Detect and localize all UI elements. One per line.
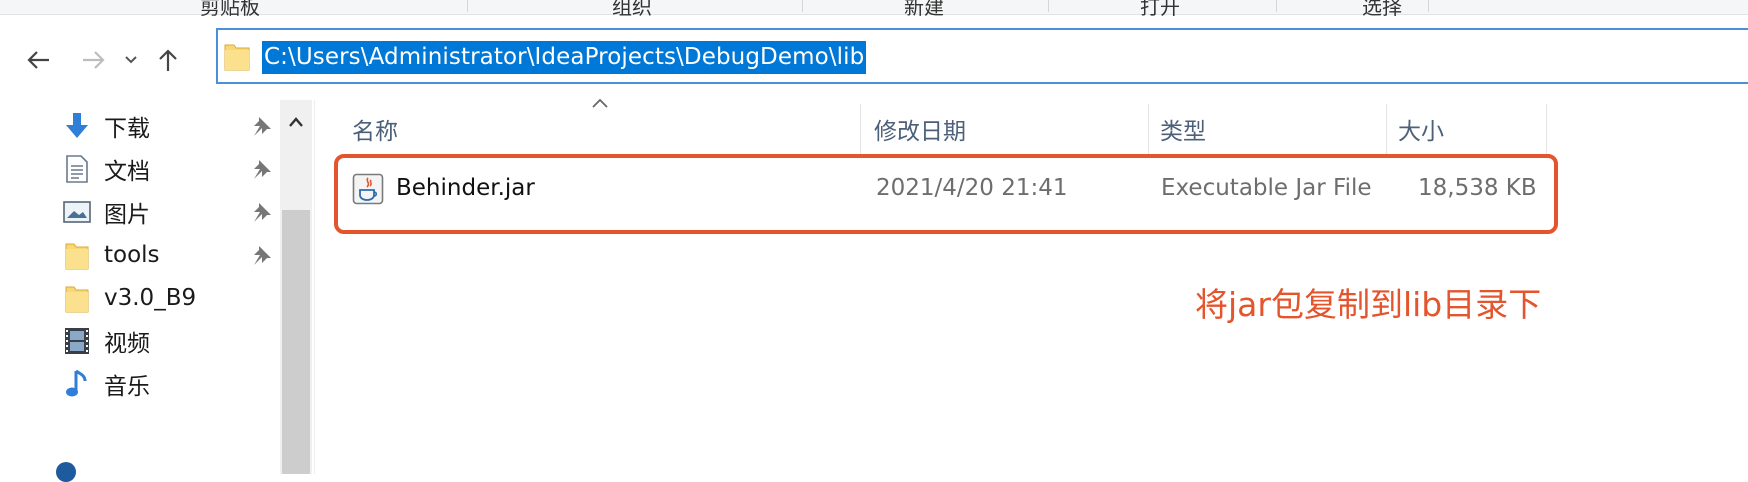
ribbon-divider [1276,0,1277,12]
address-path-text[interactable]: C:\Users\Administrator\IdeaProjects\Debu… [262,41,867,74]
pin-icon[interactable] [250,114,274,138]
column-divider[interactable] [1148,104,1149,158]
nav-item-pictures[interactable]: 图片 [62,192,150,232]
document-icon [62,154,92,184]
video-icon [62,326,92,356]
ribbon-divider [467,0,468,12]
column-header-type[interactable]: 类型 [1160,112,1206,152]
onedrive-icon[interactable] [56,462,76,482]
scroll-up-button[interactable] [282,108,310,136]
nav-pane-scroll-thumb[interactable] [282,210,310,474]
column-divider[interactable] [860,104,861,158]
up-arrow-icon [159,49,177,71]
nav-item-music[interactable]: 音乐 [62,364,150,404]
nav-item-label: 下载 [104,116,150,142]
chevron-up-icon [289,117,303,127]
forward-button[interactable] [74,40,114,80]
nav-item-downloads[interactable]: 下载 [62,106,150,146]
folder-icon [62,283,92,313]
ribbon-divider [1428,0,1429,12]
nav-item-label: 音乐 [104,374,150,400]
chevron-down-icon [125,56,137,64]
sort-ascending-icon [592,98,608,108]
highlight-box [334,154,1558,234]
folder-icon [62,240,92,270]
column-header-modified[interactable]: 修改日期 [874,112,966,152]
ribbon-group-label: 组织 [612,0,652,19]
column-divider[interactable] [1386,104,1387,158]
recent-locations-button[interactable] [118,40,144,80]
pane-divider [314,100,315,474]
pin-icon[interactable] [250,157,274,181]
column-header-size[interactable]: 大小 [1398,112,1444,152]
nav-item-label: tools [104,242,160,268]
pin-icon[interactable] [250,243,274,267]
pictures-icon [62,197,92,227]
forward-arrow-icon [83,51,105,69]
folder-icon [224,44,250,71]
download-arrow-icon [62,111,92,141]
annotation-text: 将jar包复制到lib目录下 [1195,285,1542,324]
nav-item-v3-b9[interactable]: v3.0_B9 [62,278,196,318]
music-icon [62,369,92,399]
up-button[interactable] [148,40,188,80]
nav-item-documents[interactable]: 文档 [62,149,150,189]
ribbon-group-label: 剪贴板 [200,0,260,19]
column-divider[interactable] [1546,104,1547,158]
address-bar[interactable]: C:\Users\Administrator\IdeaProjects\Debu… [216,28,1748,84]
back-arrow-icon [27,51,49,69]
ribbon-divider [802,0,803,12]
nav-item-videos[interactable]: 视频 [62,321,150,361]
ribbon-group-label: 选择 [1362,0,1402,19]
ribbon-strip [0,0,1748,15]
nav-item-label: 文档 [104,159,150,185]
nav-item-label: v3.0_B9 [104,285,197,311]
pin-icon[interactable] [250,200,274,224]
nav-item-label: 图片 [104,202,150,228]
ribbon-group-label: 新建 [904,0,944,19]
ribbon-group-label: 打开 [1140,0,1180,19]
ribbon-divider [1048,0,1049,12]
back-button[interactable] [18,40,58,80]
nav-item-tools[interactable]: tools [62,235,160,275]
nav-item-label: 视频 [104,331,150,357]
column-header-name[interactable]: 名称 [352,112,398,152]
